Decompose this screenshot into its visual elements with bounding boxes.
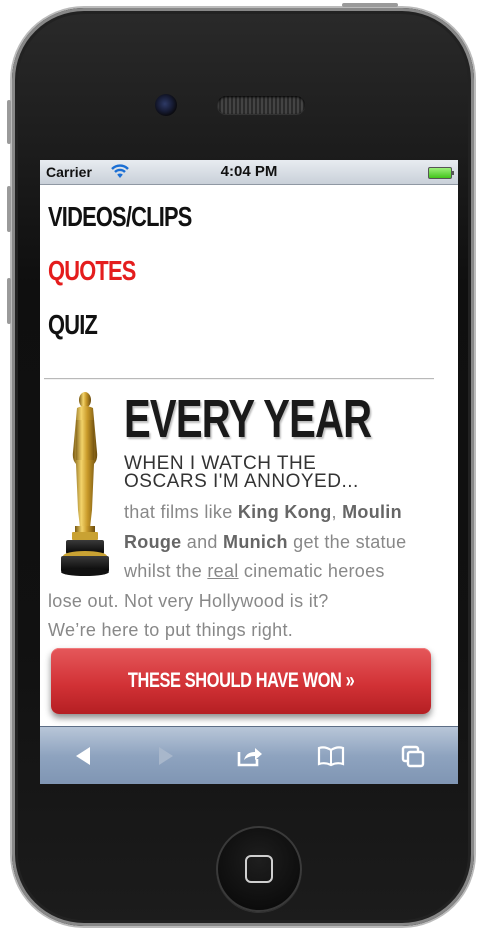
device-screen: Carrier 4:04 PM VIDEOS/CLIPS QUOTES QUIZ — [40, 160, 458, 784]
nav-item-videos-clips[interactable]: VIDEOS/CLIPS — [48, 190, 192, 244]
body-text: and — [181, 531, 224, 552]
nav-item-quotes[interactable]: QUOTES — [48, 244, 192, 298]
body-text: that films like — [124, 502, 238, 522]
hero-subtitle: WHEN I WATCH THE OSCARS I'M ANNOYED... — [124, 454, 359, 492]
body-text: , — [331, 502, 343, 522]
body-line-2: Rouge and Munich get the statue — [48, 528, 448, 558]
underlined-word-real: real — [207, 561, 239, 581]
film-name-rouge: Rouge — [124, 531, 182, 552]
status-bar: Carrier 4:04 PM — [40, 160, 458, 185]
status-time: 4:04 PM — [220, 163, 278, 180]
section-divider — [44, 378, 434, 380]
tabs-button[interactable] — [396, 740, 430, 772]
safari-toolbar — [40, 726, 458, 784]
body-text: whilst the — [124, 561, 208, 581]
back-arrow-icon — [76, 747, 90, 765]
hero-subtitle-line-2: OSCARS I'M ANNOYED... — [124, 471, 359, 492]
body-line-3: whilst the real cinematic heroes — [48, 557, 448, 587]
film-name-moulin: Moulin — [342, 502, 402, 522]
film-name-munich: Munich — [223, 531, 288, 552]
body-text: get the statue — [287, 531, 407, 552]
volume-down-button — [7, 278, 11, 324]
tabs-icon — [401, 745, 425, 768]
site-nav: VIDEOS/CLIPS QUOTES QUIZ — [48, 190, 232, 352]
volume-up-button — [7, 186, 11, 232]
hero-title: EVERY YEAR — [124, 389, 372, 449]
hero-body-text: that films like King Kong, Moulin Rouge … — [48, 498, 448, 646]
cta-label: THESE SHOULD HAVE WON » — [127, 669, 355, 692]
nav-item-quiz[interactable]: QUIZ — [48, 298, 192, 352]
share-icon — [237, 748, 262, 767]
power-button — [342, 3, 398, 7]
bookmarks-button[interactable] — [314, 740, 348, 772]
share-button[interactable] — [233, 740, 267, 772]
front-camera — [155, 94, 177, 116]
forward-arrow-icon — [159, 747, 173, 765]
mute-switch — [7, 100, 11, 144]
back-button[interactable] — [66, 740, 100, 772]
body-line-5: We’re here to put things right. — [48, 620, 294, 640]
home-square-icon — [245, 855, 273, 883]
film-name-king-kong: King Kong — [237, 502, 332, 522]
body-text: cinematic heroes — [238, 561, 385, 581]
body-line-1: that films like King Kong, Moulin — [48, 498, 448, 528]
home-button[interactable] — [216, 826, 302, 912]
body-line-4: lose out. Not very Hollywood is it? — [48, 590, 329, 611]
bookmarks-icon — [317, 746, 345, 767]
battery-icon — [428, 167, 454, 179]
these-should-have-won-button[interactable]: THESE SHOULD HAVE WON » — [51, 648, 431, 714]
earpiece-speaker — [217, 96, 305, 114]
forward-button[interactable] — [149, 740, 183, 772]
